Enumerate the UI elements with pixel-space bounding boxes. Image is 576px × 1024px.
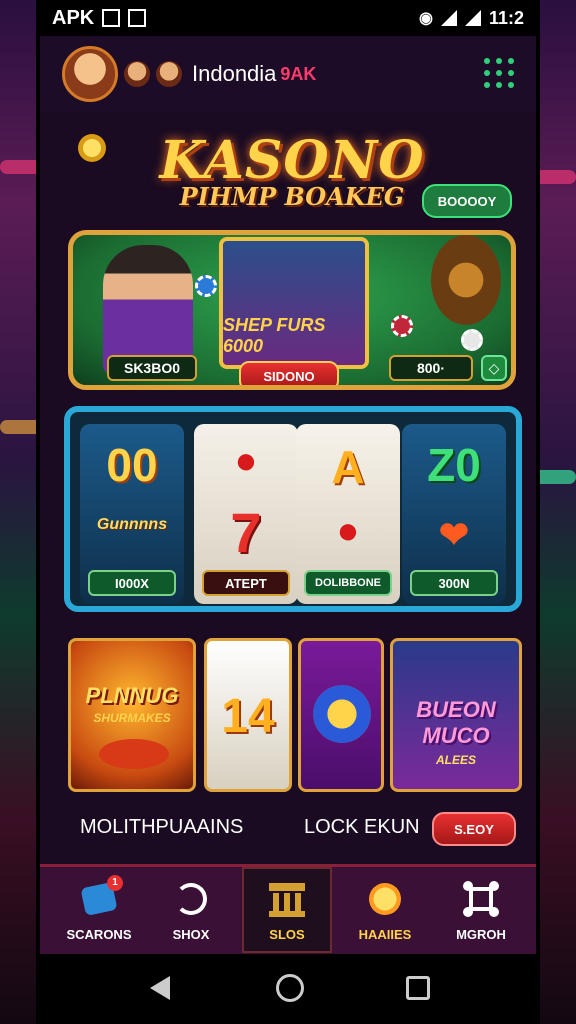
notification-icon: [128, 9, 147, 27]
chip-icon: [391, 315, 413, 337]
tile-title: BUEON MUCO: [416, 697, 496, 748]
friend-avatar[interactable]: [156, 61, 182, 87]
slot-reel: ● 7 ATEPT: [194, 424, 298, 604]
clock: 11:2: [488, 7, 524, 28]
notification-icon: [102, 9, 121, 27]
chip-icon: [195, 275, 217, 297]
nav-label: SLOS: [269, 926, 305, 942]
nav-item-mgroh[interactable]: MGROH: [436, 867, 526, 953]
reel-label: DOLIBBONE: [304, 570, 392, 596]
cherry-icon: ●: [336, 510, 360, 552]
nav-label: MGROH: [456, 926, 506, 942]
signal-icon: [464, 10, 481, 26]
section-labels: MOLITHPUAAINS LOCK EKUN S.EOY: [80, 812, 520, 846]
system-nav-bar: [40, 954, 536, 1024]
sun-icon: [365, 879, 405, 919]
friend-avatar[interactable]: [124, 61, 150, 87]
tile-subtitle: SHURMAKES: [93, 711, 171, 725]
temple-icon: [267, 879, 307, 919]
bottom-nav: 1 SCARONS SHOX SLOS HAAIIES MGROH: [40, 864, 536, 954]
game-tile[interactable]: [298, 638, 384, 792]
tile-title: PLNNUG: [85, 683, 179, 708]
back-icon[interactable]: [144, 972, 176, 1004]
signal-icon: [440, 10, 457, 26]
carrier-label: APK: [52, 6, 95, 29]
featured-game-card[interactable]: SHEP FURS 6000: [219, 237, 369, 369]
reel-symbol: 00: [106, 439, 158, 491]
wifi-icon: ◉: [418, 10, 433, 27]
casino-table[interactable]: SHEP FURS 6000 SK3BO0 SIDONO 800· ◇: [68, 230, 516, 390]
nav-item-slos[interactable]: SLOS: [242, 867, 332, 953]
tile-subtitle: ALEES: [435, 753, 476, 767]
reel-label: ATEPT: [202, 570, 290, 596]
menu-grid-icon[interactable]: [484, 58, 514, 88]
nav-label: SCARONS: [66, 926, 132, 942]
game-tile[interactable]: BUEON MUCO ALEES: [390, 638, 522, 792]
play-button[interactable]: S.EOY: [432, 812, 516, 846]
chili-icon: ❤: [438, 514, 470, 555]
game-tile[interactable]: 14: [204, 638, 292, 792]
slot-reel: Z0 ❤ 300N: [402, 424, 506, 604]
reel-symbol: Z0: [427, 439, 481, 491]
section-label[interactable]: LOCK EKUN: [304, 816, 420, 839]
phone-screen: APK ◉ 11:2 Indondia 9AK KASONO PIHMP BOA…: [36, 0, 540, 1024]
reel-subtitle: Gunnnns: [96, 516, 168, 533]
app-header: Indondia 9AK: [40, 36, 536, 112]
home-icon[interactable]: [276, 974, 304, 1002]
chili-icon: [99, 739, 169, 769]
roulette-icon: [431, 235, 501, 325]
bonus-button[interactable]: BOOOOY: [422, 184, 512, 218]
game-tiles: PLNNUG SHURMAKES 14 BUEON MUCO ALEES: [68, 638, 522, 792]
bonus-icon: [313, 685, 371, 743]
slot-reel: A ● DOLIBBONE: [296, 424, 400, 604]
nav-item-shox[interactable]: SHOX: [146, 867, 236, 953]
frame-icon: [461, 879, 501, 919]
nav-item-scarons[interactable]: 1 SCARONS: [54, 867, 144, 953]
refresh-icon: [171, 879, 211, 919]
status-bar: APK ◉ 11:2: [40, 0, 536, 36]
slot-machine[interactable]: 00 Gunnnns I000X ● 7 ATEPT A ● DOLIBBONE…: [64, 406, 522, 612]
cards-icon: 1: [79, 874, 123, 919]
header-title: Indondia: [192, 61, 277, 86]
reel-label: I000X: [88, 570, 176, 596]
nav-item-haaiies[interactable]: HAAIIES: [340, 867, 430, 953]
chip-icon: [461, 329, 483, 351]
recents-icon[interactable]: [406, 976, 430, 1000]
header-badge: 9AK: [280, 63, 317, 84]
nav-label: SHOX: [172, 926, 210, 942]
cherry-icon: ●: [234, 440, 258, 482]
hero-banner[interactable]: KASONO PIHMP BOAKEG BOOOOY SHEP FURS 600…: [62, 118, 522, 398]
table-menu-icon[interactable]: ◇: [481, 355, 507, 381]
avatar[interactable]: [62, 46, 118, 102]
table-bet-label: SK3BO0: [107, 355, 197, 381]
reel-symbol: 7: [230, 501, 262, 564]
tile-title: 14: [221, 690, 275, 743]
reel-symbol: A: [331, 441, 365, 493]
section-label[interactable]: MOLITHPUAAINS: [80, 816, 243, 839]
nav-label: HAAIIES: [358, 926, 412, 942]
game-tile[interactable]: PLNNUG SHURMAKES: [68, 638, 196, 792]
reel-label: 300N: [410, 570, 498, 596]
table-win-label: 800·: [389, 355, 473, 381]
notification-badge: 1: [107, 874, 123, 891]
play-table-button[interactable]: SIDONO: [239, 361, 339, 385]
slot-reel: 00 Gunnnns I000X: [80, 424, 184, 604]
